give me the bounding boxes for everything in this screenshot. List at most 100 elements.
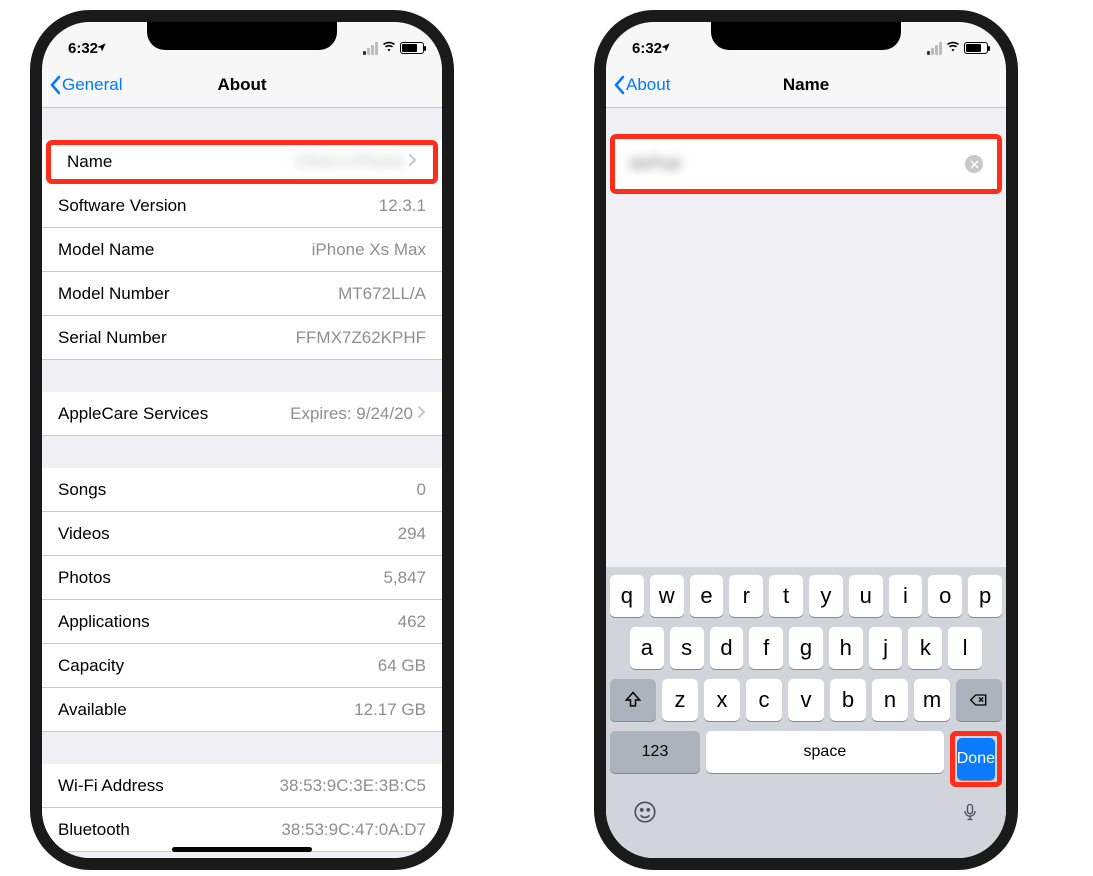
key-c[interactable]: c: [746, 679, 782, 721]
settings-row-model-number: Model NumberMT672LL/A: [42, 272, 442, 316]
done-highlight: Done: [950, 731, 1002, 787]
row-value: iPhone Xs Max: [312, 240, 426, 260]
clear-text-button[interactable]: [965, 155, 983, 173]
key-h[interactable]: h: [829, 627, 863, 669]
row-value: 5,847: [383, 568, 426, 588]
settings-row-applications: Applications462: [42, 600, 442, 644]
key-a[interactable]: a: [630, 627, 664, 669]
nav-bar: General About: [42, 62, 442, 108]
done-key[interactable]: Done: [957, 738, 995, 780]
key-u[interactable]: u: [849, 575, 883, 617]
done-key-label: Done: [957, 750, 995, 768]
key-w[interactable]: w: [650, 575, 684, 617]
row-value: 38:53:9C:3E:3B:C5: [280, 776, 426, 796]
row-value: 12.3.1: [379, 196, 426, 216]
about-group-2: AppleCare ServicesExpires: 9/24/20: [42, 392, 442, 436]
nav-bar: About Name: [606, 62, 1006, 108]
settings-row-wi-fi-address: Wi-Fi Address38:53:9C:3E:3B:C5: [42, 764, 442, 808]
numbers-key[interactable]: 123: [610, 731, 700, 773]
key-s[interactable]: s: [670, 627, 704, 669]
row-value: 38:53:9C:47:0A:D7: [281, 820, 426, 840]
key-v[interactable]: v: [788, 679, 824, 721]
row-value: 294: [398, 524, 426, 544]
key-z[interactable]: z: [662, 679, 698, 721]
settings-row-software-version: Software Version 12.3.1: [42, 184, 442, 228]
settings-row-available: Available12.17 GB: [42, 688, 442, 732]
dictation-key[interactable]: [960, 799, 980, 830]
backspace-icon: [969, 690, 989, 710]
wifi-icon: [381, 40, 397, 57]
chevron-left-icon: [612, 75, 626, 95]
chevron-right-icon: [408, 153, 417, 167]
row-value: 462: [398, 612, 426, 632]
key-b[interactable]: b: [830, 679, 866, 721]
key-i[interactable]: i: [889, 575, 923, 617]
key-p[interactable]: p: [968, 575, 1002, 617]
key-f[interactable]: f: [749, 627, 783, 669]
wifi-icon: [945, 40, 961, 57]
key-q[interactable]: q: [610, 575, 644, 617]
back-label: About: [626, 75, 670, 95]
backspace-key[interactable]: [956, 679, 1002, 721]
battery-icon: [964, 42, 988, 54]
microphone-icon: [960, 799, 980, 825]
key-y[interactable]: y: [809, 575, 843, 617]
emoji-key[interactable]: [632, 799, 658, 830]
space-key[interactable]: space: [706, 731, 944, 773]
iphone-name-edit-screen: 6:32 About Name AirPod: [594, 10, 1018, 870]
emoji-icon: [632, 799, 658, 825]
back-button[interactable]: About: [612, 75, 670, 95]
settings-row-name[interactable]: Name Chris's iPhone: [46, 140, 438, 184]
settings-row-bluetooth: Bluetooth 38:53:9C:47:0A:D7: [42, 808, 442, 852]
row-label: Name: [67, 152, 112, 172]
nav-title: About: [217, 75, 266, 95]
name-input-value: AirPod: [629, 154, 680, 174]
key-t[interactable]: t: [769, 575, 803, 617]
key-r[interactable]: r: [729, 575, 763, 617]
close-icon: [970, 160, 979, 169]
status-time: 6:32: [632, 40, 662, 57]
key-e[interactable]: e: [690, 575, 724, 617]
key-g[interactable]: g: [789, 627, 823, 669]
settings-row-model-name: Model Name iPhone Xs Max: [42, 228, 442, 272]
key-k[interactable]: k: [908, 627, 942, 669]
home-indicator[interactable]: [172, 847, 312, 852]
key-d[interactable]: d: [710, 627, 744, 669]
row-label: Capacity: [58, 656, 124, 676]
settings-row-applecare-services[interactable]: AppleCare ServicesExpires: 9/24/20: [42, 392, 442, 436]
row-value: 64 GB: [378, 656, 426, 676]
back-button[interactable]: General: [48, 75, 122, 95]
settings-row-serial-number: Serial NumberFFMX7Z62KPHF: [42, 316, 442, 360]
key-o[interactable]: o: [928, 575, 962, 617]
battery-icon: [400, 42, 424, 54]
numbers-key-label: 123: [642, 743, 669, 761]
key-m[interactable]: m: [914, 679, 950, 721]
settings-row-songs: Songs0: [42, 468, 442, 512]
about-group-4: Wi-Fi Address38:53:9C:3E:3B:C5 Bluetooth 3…: [42, 764, 442, 852]
back-label: General: [62, 75, 122, 95]
about-group-3: Songs0Videos294 Photos 5,847 Applications46…: [42, 468, 442, 732]
name-input[interactable]: AirPod: [615, 139, 997, 189]
nav-title: Name: [783, 75, 829, 95]
notch: [711, 22, 901, 50]
key-j[interactable]: j: [869, 627, 903, 669]
row-label: Photos: [58, 568, 111, 588]
key-l[interactable]: l: [948, 627, 982, 669]
settings-row-videos: Videos294: [42, 512, 442, 556]
shift-key[interactable]: [610, 679, 656, 721]
signal-icon: [363, 42, 378, 55]
key-n[interactable]: n: [872, 679, 908, 721]
row-label: Bluetooth: [58, 820, 130, 840]
row-label: Software Version: [58, 196, 187, 216]
ios-keyboard: qwertyuiop asdfghjkl zxcvbnm 123 space D…: [606, 567, 1006, 858]
key-x[interactable]: x: [704, 679, 740, 721]
shift-icon: [623, 690, 643, 710]
notch: [147, 22, 337, 50]
row-value: Chris's iPhone: [295, 152, 417, 172]
status-time: 6:32: [68, 40, 98, 57]
row-label: Model Name: [58, 240, 154, 260]
chevron-right-icon: [417, 405, 426, 419]
row-value: MT672LL/A: [338, 284, 426, 304]
about-content[interactable]: Name Chris's iPhone Software Version 12.3.1…: [42, 108, 442, 858]
row-label: Songs: [58, 480, 106, 500]
